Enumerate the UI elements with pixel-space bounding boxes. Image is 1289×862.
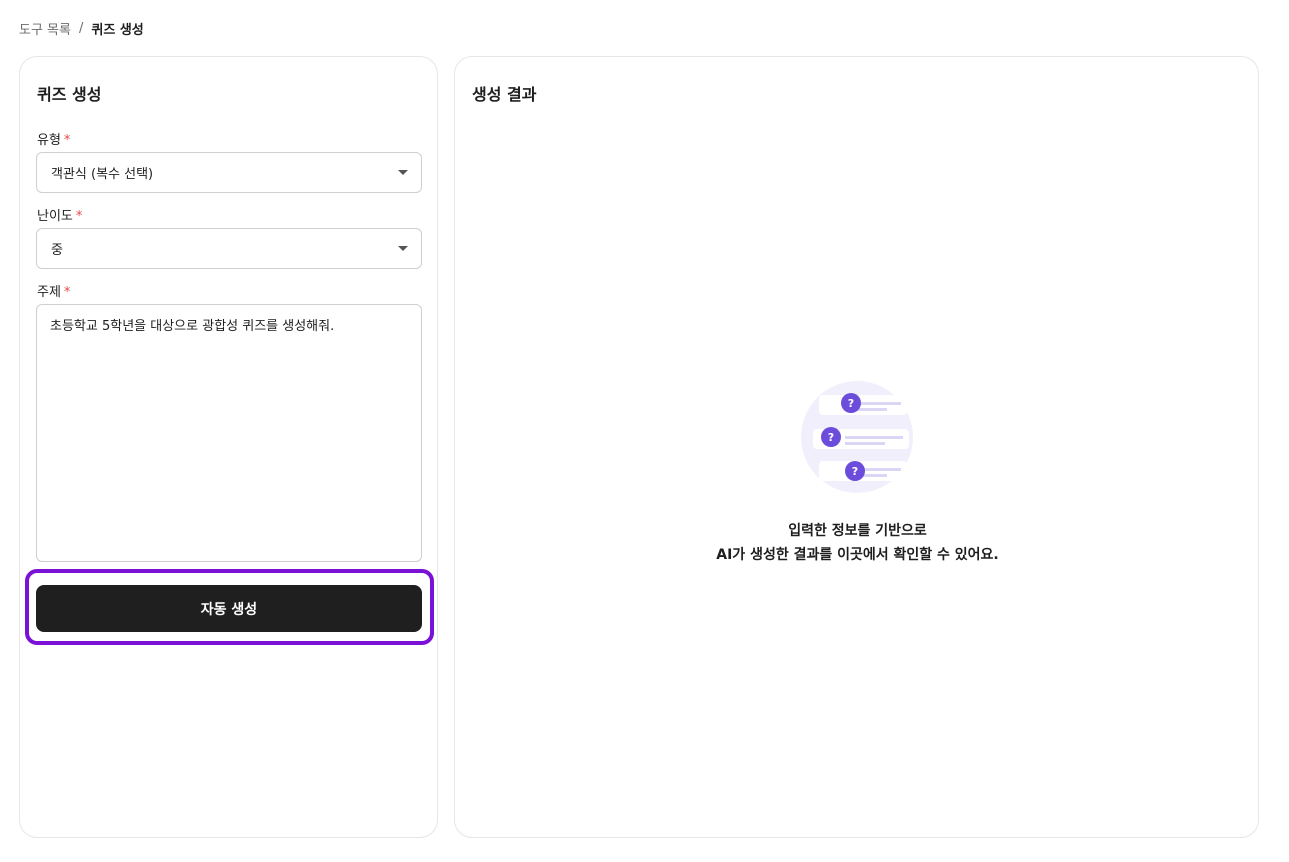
difficulty-label: 난이도 *	[37, 205, 82, 224]
topic-label-text: 주제	[37, 285, 61, 300]
form-title: 퀴즈 생성	[37, 85, 102, 104]
auto-generate-button[interactable]: 자동 생성	[36, 585, 422, 632]
svg-text:?: ?	[848, 397, 854, 410]
breadcrumb-separator: /	[78, 21, 84, 36]
difficulty-label-text: 난이도	[37, 209, 73, 224]
quiz-form-panel: 퀴즈 생성 유형 * 객관식 (복수 선택) 난이도 * 중 주제 * 초등학교 5학…	[19, 56, 438, 838]
required-mark: *	[75, 209, 83, 224]
type-label: 유형 *	[37, 129, 70, 148]
chevron-down-icon	[398, 170, 408, 175]
required-mark: *	[63, 285, 71, 300]
breadcrumb-tool-list-link[interactable]: 도구 목록	[19, 19, 71, 38]
svg-text:?: ?	[828, 431, 834, 444]
difficulty-select-value: 중	[51, 243, 63, 258]
topic-label: 주제 *	[37, 281, 70, 300]
quiz-questions-icon: ? ? ?	[801, 381, 913, 493]
result-panel: 생성 결과 ? ? ? 입력한 정보를 기반으로 AI가 생성한 결과를 이곳에…	[454, 56, 1259, 838]
svg-text:?: ?	[852, 465, 858, 478]
empty-state-line2: AI가 생성한 결과를 이곳에서 확인할 수 있어요.	[716, 547, 999, 563]
type-label-text: 유형	[37, 133, 61, 148]
chevron-down-icon	[398, 246, 408, 251]
required-mark: *	[63, 133, 71, 148]
type-select[interactable]: 객관식 (복수 선택)	[36, 152, 422, 193]
topic-textarea[interactable]: 초등학교 5학년을 대상으로 광합성 퀴즈를 생성해줘.	[36, 304, 422, 562]
breadcrumb-current: 퀴즈 생성	[91, 23, 144, 38]
difficulty-select[interactable]: 중	[36, 228, 422, 269]
empty-state-line1: 입력한 정보를 기반으로	[788, 523, 927, 539]
breadcrumb: 도구 목록 / 퀴즈 생성	[19, 19, 144, 38]
result-title: 생성 결과	[472, 85, 537, 104]
type-select-value: 객관식 (복수 선택)	[51, 167, 154, 182]
empty-state-message: 입력한 정보를 기반으로 AI가 생성한 결과를 이곳에서 확인할 수 있어요.	[455, 519, 1260, 567]
